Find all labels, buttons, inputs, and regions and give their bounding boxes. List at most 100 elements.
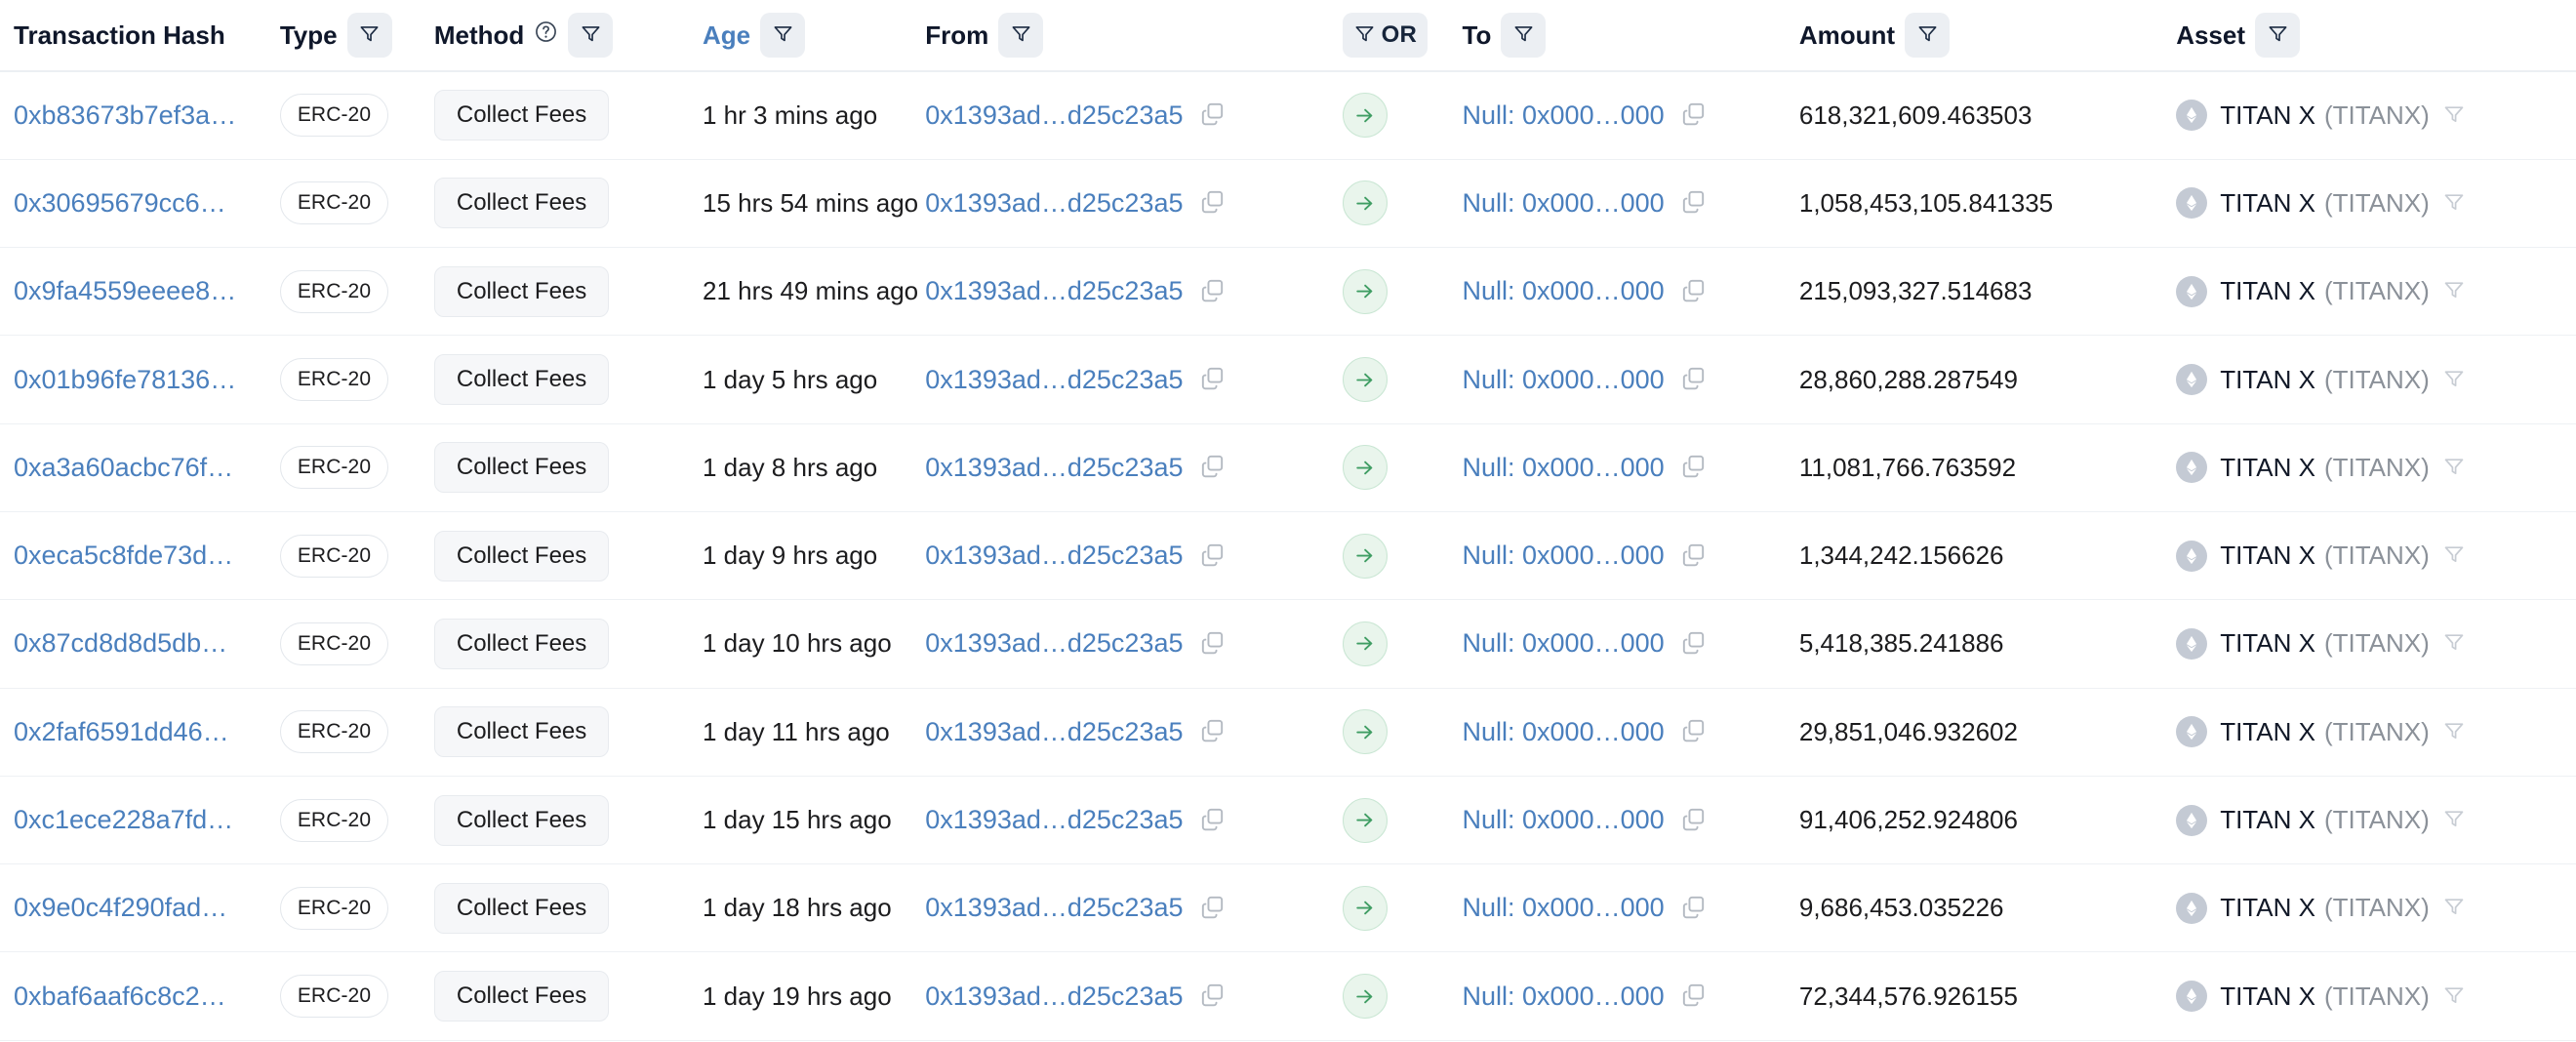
to-address-link[interactable]: Null: 0x000…000 — [1463, 453, 1665, 483]
filter-button-age[interactable] — [760, 13, 805, 58]
filter-button-asset-row[interactable] — [2442, 895, 2466, 921]
to-address-link[interactable]: Null: 0x000…000 — [1463, 276, 1665, 306]
to-address-link[interactable]: Null: 0x000…000 — [1463, 100, 1665, 131]
to-address-link[interactable]: Null: 0x000…000 — [1463, 982, 1665, 1012]
filter-button-asset-row[interactable] — [2442, 542, 2466, 569]
filter-button-asset-row[interactable] — [2442, 455, 2466, 481]
table-row[interactable]: 0x2faf6591dd46… ERC-20 Collect Fees 1 da… — [0, 688, 2576, 776]
table-row[interactable]: 0x9fa4559eeee8… ERC-20 Collect Fees 21 h… — [0, 248, 2576, 336]
filter-button-from[interactable] — [998, 13, 1043, 58]
transaction-hash-link[interactable]: 0x2faf6591dd46… — [14, 717, 229, 747]
column-label-age[interactable]: Age — [703, 22, 750, 48]
method-button[interactable]: Collect Fees — [434, 442, 609, 493]
type-badge: ERC-20 — [280, 622, 388, 665]
method-button[interactable]: Collect Fees — [434, 971, 609, 1022]
to-address-link[interactable]: Null: 0x000…000 — [1463, 893, 1665, 923]
transaction-hash-link[interactable]: 0x9e0c4f290fad… — [14, 893, 227, 923]
filter-button-type[interactable] — [347, 13, 392, 58]
table-row[interactable]: 0xc1ece228a7fd… ERC-20 Collect Fees 1 da… — [0, 776, 2576, 863]
filter-button-asset-row[interactable] — [2442, 807, 2466, 833]
copy-to-address-button[interactable] — [1680, 982, 1707, 1011]
from-address-link[interactable]: 0x1393ad…d25c23a5 — [925, 628, 1183, 659]
filter-button-asset-row[interactable] — [2442, 630, 2466, 657]
from-address-link[interactable]: 0x1393ad…d25c23a5 — [925, 541, 1183, 571]
to-address-link[interactable]: Null: 0x000…000 — [1463, 805, 1665, 835]
copy-from-address-button[interactable] — [1199, 541, 1226, 571]
column-header-age[interactable]: Age — [703, 0, 925, 71]
transaction-hash-link[interactable]: 0x30695679cc6… — [14, 188, 226, 219]
from-address-link[interactable]: 0x1393ad…d25c23a5 — [925, 365, 1183, 395]
copy-to-address-button[interactable] — [1680, 277, 1707, 306]
copy-to-address-button[interactable] — [1680, 894, 1707, 923]
filter-button-asset-row[interactable] — [2442, 102, 2466, 129]
copy-to-address-button[interactable] — [1680, 365, 1707, 394]
table-row[interactable]: 0x30695679cc6… ERC-20 Collect Fees 15 hr… — [0, 159, 2576, 247]
from-address-link[interactable]: 0x1393ad…d25c23a5 — [925, 805, 1183, 835]
filter-button-asset-row[interactable] — [2442, 983, 2466, 1010]
transaction-hash-link[interactable]: 0xc1ece228a7fd… — [14, 805, 233, 835]
filter-button-asset[interactable] — [2255, 13, 2300, 58]
transaction-hash-link[interactable]: 0xa3a60acbc76f… — [14, 453, 233, 483]
from-address-link[interactable]: 0x1393ad…d25c23a5 — [925, 100, 1183, 131]
filter-button-asset-row[interactable] — [2442, 190, 2466, 217]
filter-button-amount[interactable] — [1905, 13, 1950, 58]
copy-from-address-button[interactable] — [1199, 894, 1226, 923]
filter-button-or-toggle[interactable]: OR — [1343, 13, 1428, 58]
from-address-link[interactable]: 0x1393ad…d25c23a5 — [925, 982, 1183, 1012]
filter-button-asset-row[interactable] — [2442, 367, 2466, 393]
method-button[interactable]: Collect Fees — [434, 531, 609, 581]
method-button[interactable]: Collect Fees — [434, 90, 609, 140]
from-address-link[interactable]: 0x1393ad…d25c23a5 — [925, 276, 1183, 306]
method-button[interactable]: Collect Fees — [434, 619, 609, 669]
transaction-hash-link[interactable]: 0x9fa4559eeee8… — [14, 276, 236, 306]
to-address-link[interactable]: Null: 0x000…000 — [1463, 717, 1665, 747]
table-row[interactable]: 0xbaf6aaf6c8c2… ERC-20 Collect Fees 1 da… — [0, 952, 2576, 1040]
transaction-hash-link[interactable]: 0xbaf6aaf6c8c2… — [14, 982, 226, 1012]
method-button[interactable]: Collect Fees — [434, 178, 609, 228]
method-button[interactable]: Collect Fees — [434, 883, 609, 934]
transaction-hash-link[interactable]: 0x01b96fe78136… — [14, 365, 236, 395]
method-button[interactable]: Collect Fees — [434, 266, 609, 317]
table-row[interactable]: 0x9e0c4f290fad… ERC-20 Collect Fees 1 da… — [0, 864, 2576, 952]
from-address-link[interactable]: 0x1393ad…d25c23a5 — [925, 717, 1183, 747]
to-address-link[interactable]: Null: 0x000…000 — [1463, 188, 1665, 219]
from-address-link[interactable]: 0x1393ad…d25c23a5 — [925, 893, 1183, 923]
copy-to-address-button[interactable] — [1680, 806, 1707, 835]
filter-button-to[interactable] — [1501, 13, 1546, 58]
to-address-link[interactable]: Null: 0x000…000 — [1463, 541, 1665, 571]
copy-from-address-button[interactable] — [1199, 717, 1226, 746]
transaction-hash-link[interactable]: 0xeca5c8fde73d… — [14, 541, 233, 571]
table-row[interactable]: 0x87cd8d8d5db… ERC-20 Collect Fees 1 day… — [0, 600, 2576, 688]
copy-to-address-button[interactable] — [1680, 717, 1707, 746]
copy-from-address-button[interactable] — [1199, 982, 1226, 1011]
copy-from-address-button[interactable] — [1199, 453, 1226, 482]
copy-to-address-button[interactable] — [1680, 188, 1707, 218]
copy-to-address-button[interactable] — [1680, 541, 1707, 571]
filter-button-method[interactable] — [568, 13, 613, 58]
transaction-hash-link[interactable]: 0xb83673b7ef3a… — [14, 100, 236, 131]
copy-to-address-button[interactable] — [1680, 100, 1707, 130]
to-address-link[interactable]: Null: 0x000…000 — [1463, 628, 1665, 659]
method-button[interactable]: Collect Fees — [434, 354, 609, 405]
copy-from-address-button[interactable] — [1199, 188, 1226, 218]
filter-button-asset-row[interactable] — [2442, 278, 2466, 304]
copy-from-address-button[interactable] — [1199, 365, 1226, 394]
method-button[interactable]: Collect Fees — [434, 706, 609, 757]
help-circle-icon[interactable] — [534, 20, 558, 51]
method-button[interactable]: Collect Fees — [434, 795, 609, 846]
copy-from-address-button[interactable] — [1199, 629, 1226, 659]
copy-from-address-button[interactable] — [1199, 806, 1226, 835]
copy-from-address-button[interactable] — [1199, 100, 1226, 130]
table-row[interactable]: 0xeca5c8fde73d… ERC-20 Collect Fees 1 da… — [0, 511, 2576, 599]
copy-to-address-button[interactable] — [1680, 629, 1707, 659]
table-row[interactable]: 0x01b96fe78136… ERC-20 Collect Fees 1 da… — [0, 336, 2576, 423]
copy-from-address-button[interactable] — [1199, 277, 1226, 306]
table-row[interactable]: 0xb83673b7ef3a… ERC-20 Collect Fees 1 hr… — [0, 71, 2576, 159]
from-address-link[interactable]: 0x1393ad…d25c23a5 — [925, 188, 1183, 219]
table-row[interactable]: 0xa3a60acbc76f… ERC-20 Collect Fees 1 da… — [0, 423, 2576, 511]
to-address-link[interactable]: Null: 0x000…000 — [1463, 365, 1665, 395]
copy-to-address-button[interactable] — [1680, 453, 1707, 482]
filter-button-asset-row[interactable] — [2442, 719, 2466, 745]
from-address-link[interactable]: 0x1393ad…d25c23a5 — [925, 453, 1183, 483]
transaction-hash-link[interactable]: 0x87cd8d8d5db… — [14, 628, 227, 659]
